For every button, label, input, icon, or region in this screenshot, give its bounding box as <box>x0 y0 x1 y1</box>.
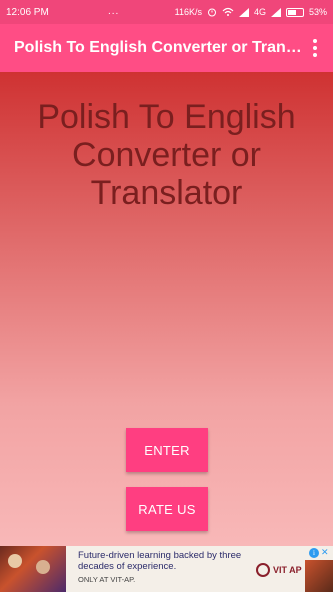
status-right-group: 116K/s 4G 53% <box>175 7 327 17</box>
main-content: Polish To English Converter or Translato… <box>0 72 333 546</box>
status-bar: 12:06 PM ... 116K/s 4G 53% <box>0 0 333 24</box>
menu-dot <box>313 53 317 57</box>
signal-icon-2 <box>270 7 281 17</box>
ad-text-block[interactable]: Future-driven learning backed by three d… <box>78 550 248 584</box>
ad-headline: Future-driven learning backed by three d… <box>78 550 242 572</box>
status-notification-dots: ... <box>108 6 120 17</box>
page-headline: Polish To English Converter or Translato… <box>37 98 296 212</box>
battery-icon <box>285 7 304 17</box>
ad-info-icon[interactable]: i <box>309 548 319 558</box>
menu-dot <box>313 46 317 50</box>
ad-right-image[interactable] <box>305 560 333 592</box>
app-title: Polish To English Converter or Translato… <box>14 39 304 56</box>
ad-close-icon[interactable]: ✕ <box>321 547 329 558</box>
status-time: 12:06 PM <box>6 6 49 18</box>
rate-us-button[interactable]: RATE US <box>126 487 208 531</box>
network-speed: 116K/s <box>174 7 202 17</box>
network-type: 4G <box>253 7 266 17</box>
menu-dot <box>313 39 317 43</box>
ad-logo-text: VIT AP <box>273 564 302 575</box>
enter-button[interactable]: ENTER <box>126 428 208 472</box>
ad-banner[interactable]: Future-driven learning backed by three d… <box>0 546 333 592</box>
ad-logo-emblem-icon <box>256 563 270 577</box>
app-bar: Polish To English Converter or Translato… <box>0 24 333 72</box>
battery-percent: 53% <box>308 7 327 17</box>
signal-icon <box>238 7 249 17</box>
ad-subtext: ONLY AT VIT-AP. <box>78 575 136 584</box>
ad-logo[interactable]: VIT AP <box>256 556 302 584</box>
overflow-menu-icon[interactable] <box>305 33 325 63</box>
ad-image[interactable] <box>0 546 66 592</box>
alarm-icon <box>207 7 217 17</box>
wifi-icon <box>222 7 234 17</box>
